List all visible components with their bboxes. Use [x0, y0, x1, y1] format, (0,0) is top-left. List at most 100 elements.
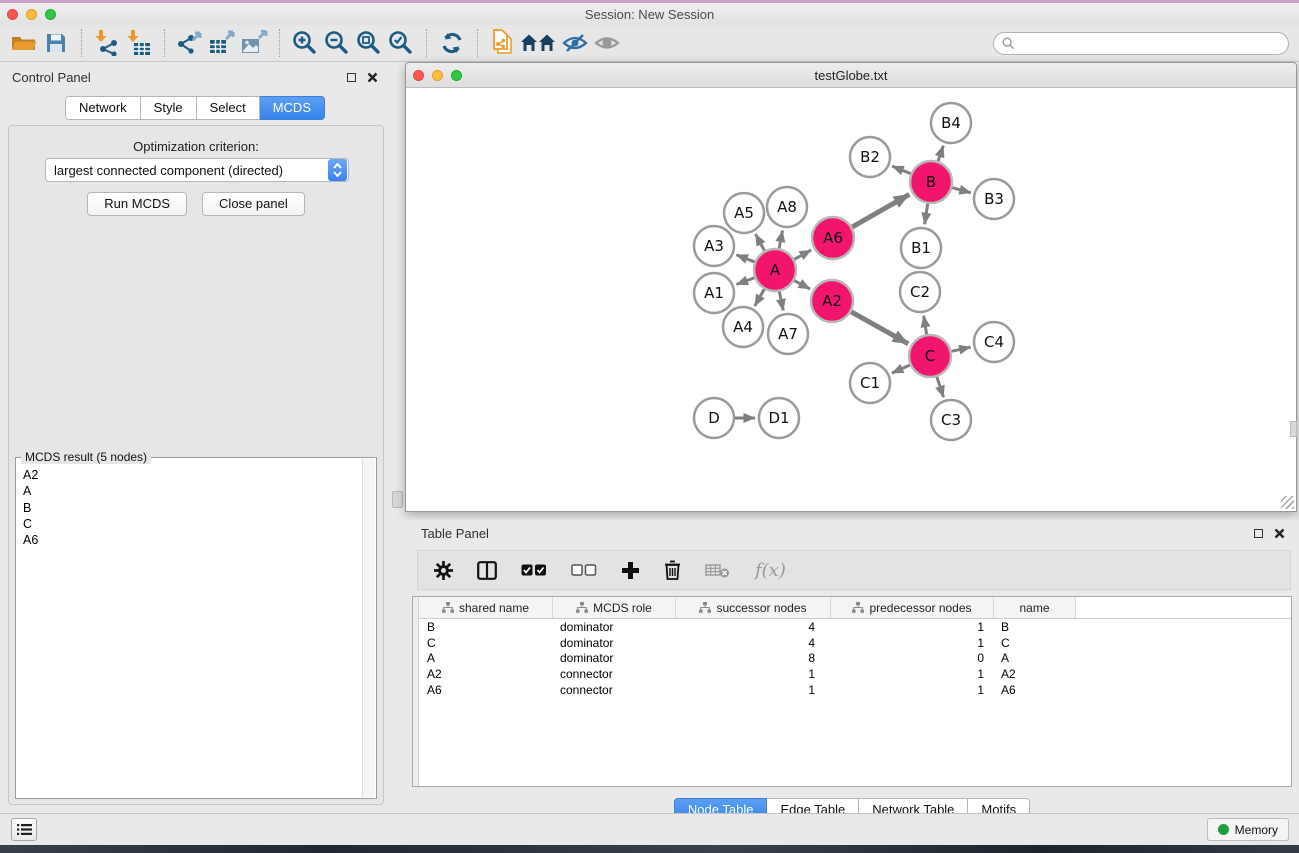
criterion-dropdown[interactable]: largest connected component (directed) [45, 158, 349, 182]
graph-edge-B-B4[interactable] [938, 146, 943, 161]
graph-node-label: D [708, 409, 720, 427]
network-document-button[interactable] [487, 28, 519, 58]
zoom-out-button[interactable] [321, 28, 353, 58]
import-network-button[interactable] [91, 28, 123, 58]
graph-edge-A6-B[interactable] [852, 194, 909, 227]
open-folder-icon [11, 32, 37, 54]
result-item[interactable]: A6 [23, 532, 361, 548]
refresh-button[interactable] [436, 28, 468, 58]
create-column-button[interactable] [621, 561, 640, 580]
search-box[interactable] [993, 32, 1289, 55]
float-table-panel-icon[interactable] [1254, 529, 1263, 538]
task-history-button[interactable] [11, 818, 37, 841]
function-builder-button-disabled: f(x) [755, 560, 786, 581]
column-header-successor-nodes[interactable]: successor nodes [676, 597, 831, 618]
split-panel-button[interactable] [477, 561, 497, 580]
graph-edge-B-B2[interactable] [892, 166, 910, 174]
result-item[interactable]: B [23, 500, 361, 516]
close-panel-button[interactable]: Close panel [202, 192, 305, 216]
run-mcds-button[interactable]: Run MCDS [87, 192, 187, 216]
graph-edge-A-A1[interactable] [736, 278, 754, 285]
table-cell: A6 [994, 683, 1076, 697]
table-row[interactable]: Cdominator41C [419, 635, 1291, 651]
export-table-button[interactable] [206, 28, 238, 58]
zoom-in-icon [292, 30, 318, 56]
column-header-name[interactable]: name [994, 597, 1076, 618]
zoom-in-button[interactable] [289, 28, 321, 58]
save-session-button[interactable] [40, 28, 72, 58]
graph-node-label: A5 [734, 204, 754, 222]
mcds-result-list[interactable]: A2ABCA6 [17, 461, 361, 797]
result-scrollbar[interactable] [362, 459, 375, 797]
table-cell: 4 [676, 636, 831, 650]
zoom-selected-button[interactable] [385, 28, 417, 58]
table-row[interactable]: Adominator80A [419, 650, 1291, 666]
window-resize-grip[interactable] [1281, 496, 1294, 509]
hide-all-columns-button[interactable] [571, 564, 597, 577]
graph-edge-A-A4[interactable] [755, 289, 764, 306]
graph-edge-A-A7[interactable] [779, 292, 783, 311]
hide-details-button[interactable] [559, 28, 591, 58]
graph-edge-C-C1[interactable] [892, 365, 910, 373]
refresh-icon [440, 31, 464, 55]
memory-button[interactable]: Memory [1207, 818, 1289, 841]
table-cell: dominator [553, 636, 676, 650]
table-cell: 1 [831, 636, 994, 650]
column-header-mcds-role[interactable]: MCDS role [553, 597, 676, 618]
network-window-titlebar[interactable]: testGlobe.txt [406, 63, 1296, 88]
graph-edge-A-A5[interactable] [755, 234, 764, 251]
graph-edge-A-A3[interactable] [736, 255, 754, 262]
open-file-button[interactable] [8, 28, 40, 58]
result-item[interactable]: C [23, 516, 361, 532]
graph-edge-A-A2[interactable] [794, 281, 810, 290]
table-cell: connector [553, 683, 676, 697]
zoom-fit-button[interactable] [353, 28, 385, 58]
graph-edge-B-B3[interactable] [952, 188, 971, 193]
table-row[interactable]: A2connector11A2 [419, 666, 1291, 682]
show-details-button[interactable] [591, 28, 623, 58]
graph-edge-C-C4[interactable] [951, 347, 970, 351]
result-item[interactable]: A2 [23, 467, 361, 483]
network-view-window: testGlobe.txt AA1A2A3A4A5A6A7A8BB1B2B3B4… [405, 62, 1297, 512]
right-splitter-handle[interactable] [1290, 421, 1297, 437]
search-input[interactable] [1015, 34, 1288, 52]
table-row[interactable]: Bdominator41B [419, 619, 1291, 635]
import-table-button[interactable] [123, 28, 155, 58]
tab-select[interactable]: Select [197, 96, 260, 120]
tab-mcds[interactable]: MCDS [260, 96, 325, 120]
graph-edge-C-C2[interactable] [924, 316, 927, 335]
close-table-panel-icon[interactable] [1274, 528, 1285, 539]
network-canvas[interactable]: AA1A2A3A4A5A6A7A8BB1B2B3B4CC1C2C3C4DD1 [407, 89, 1295, 510]
result-item[interactable]: A [23, 483, 361, 499]
float-panel-icon[interactable] [347, 73, 356, 82]
home-button[interactable] [519, 28, 559, 58]
delete-column-button[interactable] [664, 560, 681, 580]
column-header-predecessor-nodes[interactable]: predecessor nodes [831, 597, 994, 618]
column-header-shared-name[interactable]: shared name [419, 597, 553, 618]
import-network-icon [94, 30, 120, 56]
export-image-button[interactable] [238, 28, 270, 58]
table-cell: C [419, 636, 553, 650]
export-image-icon [240, 30, 268, 56]
graph-edge-A2-C[interactable] [851, 312, 908, 344]
column-header-label: successor nodes [716, 601, 806, 615]
vertical-splitter-handle[interactable] [392, 491, 403, 508]
export-network-button[interactable] [174, 28, 206, 58]
trash-icon [664, 560, 681, 580]
graph-edge-A-A6[interactable] [794, 250, 811, 259]
export-table-icon [208, 30, 236, 56]
graph-edge-A-A8[interactable] [779, 231, 782, 249]
show-all-columns-button[interactable] [521, 564, 547, 577]
table-cell: A2 [994, 667, 1076, 681]
column-header-label: predecessor nodes [869, 601, 971, 615]
table-row[interactable]: A6connector11A6 [419, 682, 1291, 698]
graph-edge-B-B1[interactable] [925, 204, 928, 225]
tab-style[interactable]: Style [141, 96, 197, 120]
graph-node-label: A8 [777, 198, 797, 216]
graph-edge-C-C3[interactable] [937, 377, 944, 397]
zoom-selected-icon [388, 30, 414, 56]
tab-network[interactable]: Network [65, 96, 141, 120]
close-panel-icon[interactable] [367, 72, 378, 83]
table-settings-button[interactable] [434, 561, 453, 580]
mcds-tab-content: Optimization criterion: largest connecte… [8, 125, 384, 805]
